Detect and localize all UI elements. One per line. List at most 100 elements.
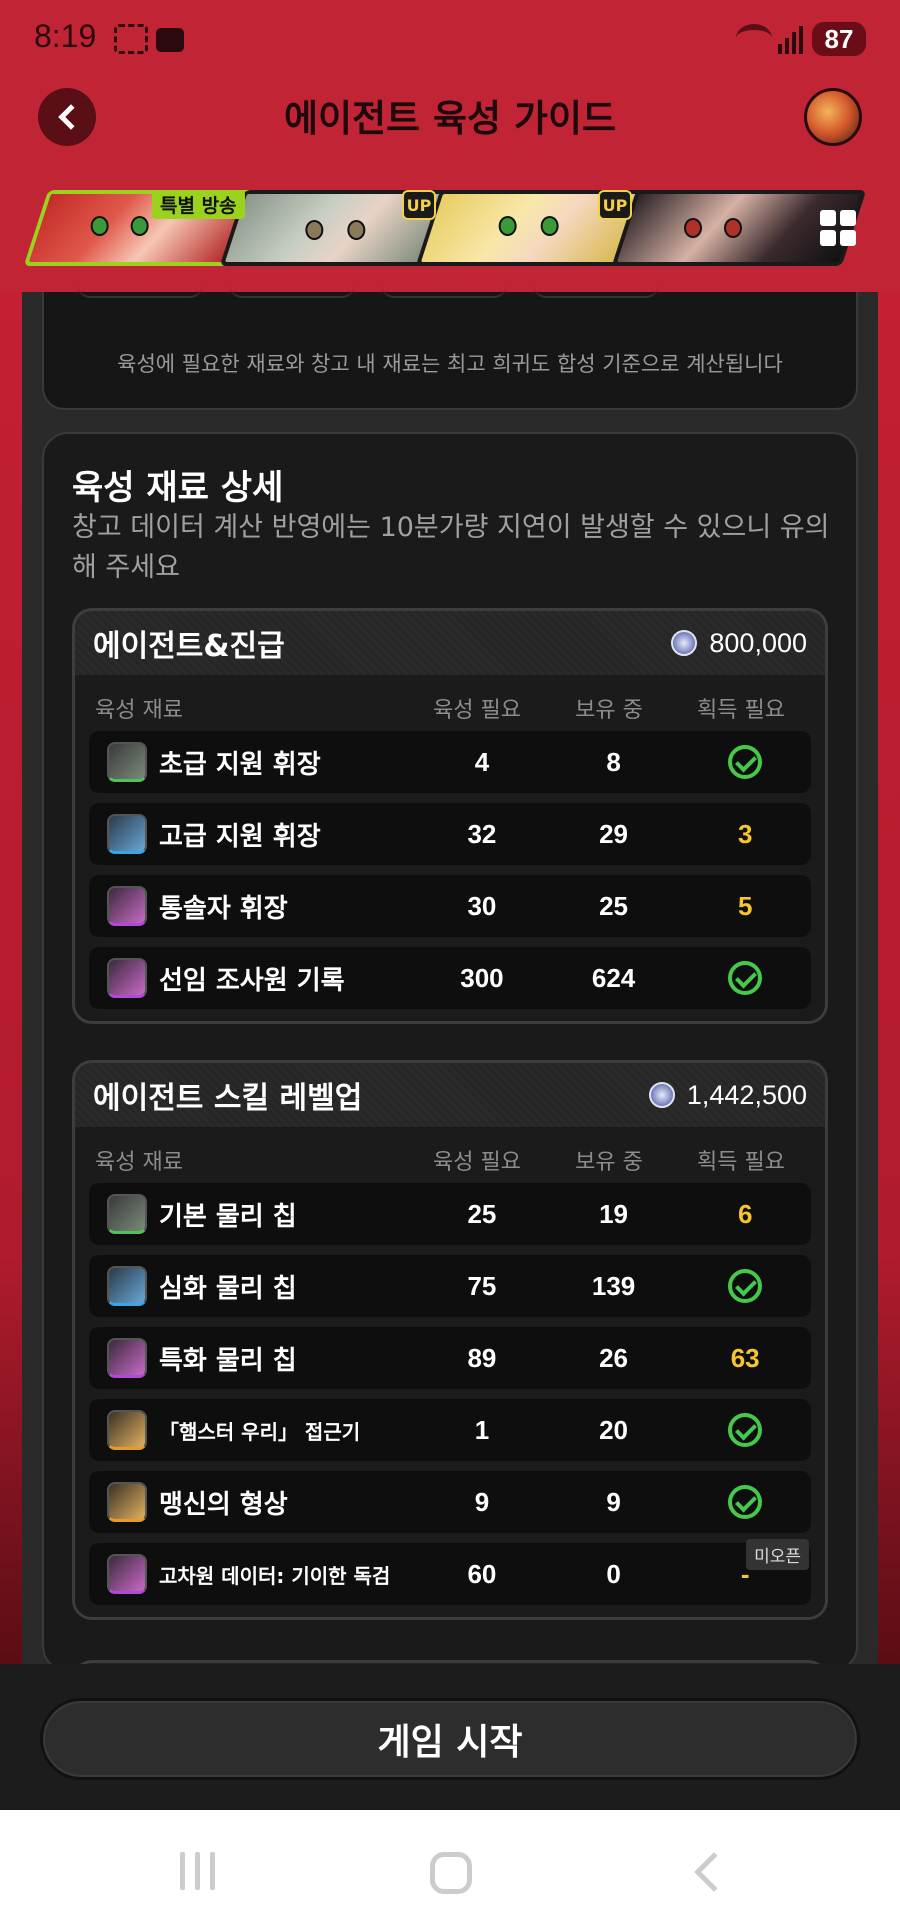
table-row[interactable]: 고급 지원 휘장 32 29 3	[89, 803, 811, 865]
section-title: 육성 재료 상세	[72, 468, 284, 508]
check-icon	[728, 1413, 763, 1448]
table-row[interactable]: 맹신의 형상 9 9	[89, 1471, 811, 1533]
section-description: 창고 데이터 계산 반영에는 10분가량 지연이 발생할 수 있으니 유의해 주…	[72, 512, 830, 583]
data-item-icon	[107, 1554, 147, 1594]
material-section-skill-levelup: 에이전트 스킬 레벨업 1,442,500 육성 재료 육성 필요 보유 중 획…	[72, 1060, 828, 1620]
cost-value: 800,000	[709, 627, 807, 658]
material-name: 고급 지원 휘장	[159, 821, 321, 852]
battery-indicator: 87	[812, 22, 866, 56]
up-badge: UP	[598, 190, 632, 220]
owned-count: 624	[591, 962, 636, 993]
material-name: 심화 물리 칩	[159, 1273, 297, 1304]
record-item-icon	[107, 958, 147, 998]
card-icon	[156, 28, 184, 52]
material-name: 「햄스터 우리」 접근기	[159, 1419, 361, 1444]
table-row[interactable]: 선임 조사원 기록 300 624	[89, 947, 811, 1009]
coin-icon	[671, 630, 698, 656]
coin-icon	[648, 1082, 675, 1108]
chip-item-icon	[107, 1194, 147, 1234]
column-header: 육성 재료 육성 필요 보유 중 획득 필요	[89, 1137, 811, 1183]
page-title: 에이전트 육성 가이드	[283, 97, 617, 140]
required-count: 1	[474, 1414, 490, 1445]
section-header: 에이전트 스킬 레벨업 1,442,500	[75, 1063, 825, 1127]
cost-value: 1,442,500	[686, 1079, 807, 1110]
needed-count: 6	[737, 1198, 753, 1229]
material-name: 특화 물리 칩	[159, 1345, 297, 1376]
needed-count: 5	[737, 890, 753, 921]
material-name: 통솔자 휘장	[159, 893, 288, 924]
required-count: 300	[460, 962, 504, 993]
material-name: 기본 물리 칩	[159, 1201, 297, 1232]
owned-count: 0	[606, 1558, 621, 1589]
column-material: 육성 재료	[95, 1150, 183, 1175]
chip-item-icon	[107, 1338, 147, 1378]
needed-count: 63	[730, 1342, 760, 1373]
owned-count: 19	[599, 1198, 629, 1229]
table-row[interactable]: 통솔자 휘장 30 25 5	[89, 875, 811, 937]
status-time: 8:19	[34, 18, 97, 54]
badge-item-icon	[107, 742, 147, 782]
column-material: 육성 재료	[95, 698, 183, 723]
owned-count: 20	[599, 1414, 629, 1445]
game-start-button[interactable]: 게임 시작	[40, 1698, 860, 1780]
required-count: 9	[474, 1486, 490, 1517]
home-icon[interactable]	[430, 1852, 472, 1894]
signal-icon	[778, 24, 806, 54]
table-row[interactable]: 「햄스터 우리」 접근기 1 20	[89, 1399, 811, 1461]
owned-count: 139	[591, 1270, 636, 1301]
column-needed: 획득 필요	[697, 698, 785, 723]
badge-item-icon	[107, 814, 147, 854]
cost-display: 1,442,500	[648, 1079, 807, 1111]
required-count: 25	[467, 1198, 497, 1229]
owned-count: 9	[606, 1486, 621, 1517]
table-row[interactable]: 고차원 데이터: 기이한 독검 60 0 - 미오픈	[89, 1538, 811, 1605]
figure-item-icon	[107, 1482, 147, 1522]
avatar[interactable]	[804, 88, 862, 146]
section-header: 에이전트&진급 800,000	[75, 611, 825, 675]
section-header-title: 에이전트&진급	[93, 629, 285, 664]
column-required: 육성 필요	[433, 698, 521, 723]
recents-icon[interactable]	[180, 1852, 215, 1890]
material-name: 맹신의 형상	[159, 1489, 288, 1520]
section-header-title: 에이전트 스킬 레벨업	[93, 1081, 363, 1116]
table-row[interactable]: 기본 물리 칩 25 19 6	[89, 1183, 811, 1245]
check-icon	[728, 1485, 763, 1520]
column-required: 육성 필요	[433, 1150, 521, 1175]
badge-item-icon	[107, 886, 147, 926]
check-icon	[728, 961, 763, 996]
required-count: 60	[467, 1558, 497, 1589]
needed-count: 3	[737, 818, 753, 849]
required-count: 32	[467, 818, 497, 849]
required-count: 75	[467, 1270, 497, 1301]
device-item-icon	[107, 1410, 147, 1450]
summary-tabs	[78, 284, 658, 298]
check-icon	[728, 1269, 763, 1304]
column-owned: 보유 중	[575, 1150, 643, 1175]
material-section-agent-promotion: 에이전트&진급 800,000 육성 재료 육성 필요 보유 중 획득 필요 초…	[72, 608, 828, 1024]
column-owned: 보유 중	[575, 698, 643, 723]
check-icon	[728, 745, 763, 780]
table-row[interactable]: 심화 물리 칩 75 139	[89, 1255, 811, 1317]
chip-item-icon	[107, 1266, 147, 1306]
required-count: 4	[474, 746, 490, 777]
owned-count: 29	[599, 818, 629, 849]
wifi-icon	[736, 24, 772, 52]
column-header: 육성 재료 육성 필요 보유 중 획득 필요	[89, 685, 811, 731]
column-needed: 획득 필요	[697, 1150, 785, 1175]
material-name: 고차원 데이터: 기이한 독검	[159, 1563, 391, 1588]
required-count: 89	[467, 1342, 497, 1373]
owned-count: 25	[599, 890, 629, 921]
material-name: 초급 지원 휘장	[159, 749, 321, 780]
status-bar: 8:19 87	[0, 0, 900, 80]
cost-display: 800,000	[671, 628, 807, 659]
unreleased-tag: 미오픈	[746, 1538, 809, 1570]
grid-menu-icon[interactable]	[820, 210, 856, 246]
up-badge: UP	[402, 190, 436, 220]
screenshot-icon	[114, 24, 148, 54]
table-row[interactable]: 초급 지원 휘장 4 8	[89, 731, 811, 793]
agent-selector	[22, 190, 882, 270]
special-broadcast-badge: 특별 방송	[152, 190, 245, 219]
table-row[interactable]: 특화 물리 칩 89 26 63	[89, 1327, 811, 1389]
calculation-note: 육성에 필요한 재료와 창고 내 재료는 최고 희귀도 합성 기준으로 계산됩니…	[117, 352, 783, 376]
owned-count: 26	[599, 1342, 629, 1373]
